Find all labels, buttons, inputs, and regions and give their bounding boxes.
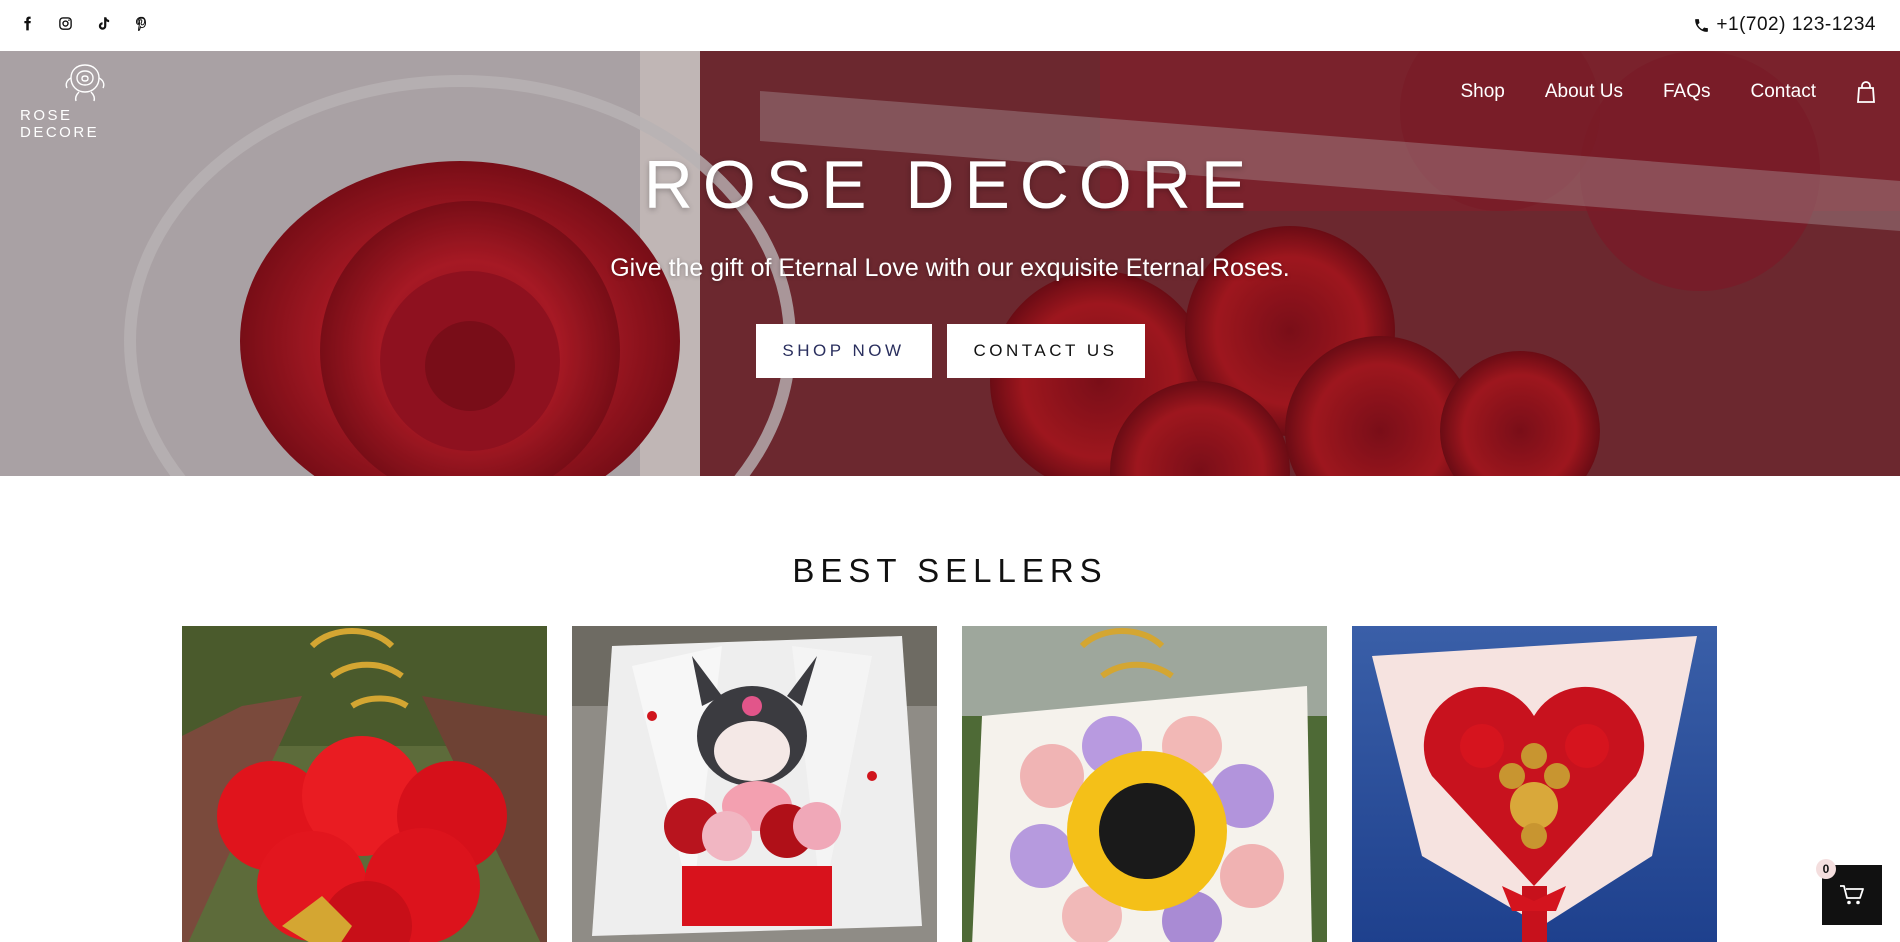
nav-about-us[interactable]: About Us [1545, 81, 1623, 103]
product-card[interactable] [1352, 626, 1717, 942]
hero-subtitle: Give the gift of Eternal Love with our e… [610, 254, 1290, 282]
hero-buttons: SHOP NOW CONTACT US [0, 324, 1900, 378]
best-sellers-title: BEST SELLERS [792, 552, 1108, 589]
product-card[interactable] [962, 626, 1327, 942]
product-image-red-rose-bouquet [182, 626, 547, 942]
phone-number[interactable]: +1(702) 123-1234 [1693, 14, 1876, 36]
floating-cart-button[interactable]: 0 [1816, 859, 1882, 925]
hero-banner: ROSE DECORE Shop About Us FAQs Contact R… [0, 51, 1900, 476]
phone-icon [1695, 18, 1709, 32]
brand-logo[interactable]: ROSE DECORE [20, 59, 150, 141]
facebook-icon[interactable] [19, 15, 36, 32]
nav-shop[interactable]: Shop [1460, 81, 1504, 103]
instagram-icon[interactable] [57, 15, 74, 32]
nav-faqs[interactable]: FAQs [1663, 81, 1711, 103]
hero-title: ROSE DECORE [643, 147, 1257, 223]
product-image-heart-chocolate-bouquet [1352, 626, 1717, 942]
shopping-bag-icon[interactable] [1856, 81, 1876, 103]
product-card[interactable] [182, 626, 547, 942]
product-grid [182, 626, 1717, 942]
shop-now-button[interactable]: SHOP NOW [755, 324, 932, 378]
product-image-sunflower-bouquet [962, 626, 1327, 942]
rose-logo-icon [65, 64, 105, 102]
product-image-kuromi-bouquet [572, 626, 937, 942]
nav-contact[interactable]: Contact [1751, 81, 1816, 103]
main-nav: Shop About Us FAQs Contact [1460, 81, 1876, 103]
cart-icon [1840, 885, 1864, 905]
logo-text: ROSE DECORE [20, 107, 100, 141]
phone-text: +1(702) 123-1234 [1716, 14, 1876, 35]
tiktok-icon[interactable] [95, 15, 112, 32]
product-card[interactable] [572, 626, 937, 942]
social-links [19, 15, 150, 32]
cart-count-badge: 0 [1816, 859, 1836, 879]
top-bar: +1(702) 123-1234 [0, 0, 1900, 51]
pinterest-icon[interactable] [133, 15, 150, 32]
contact-us-button[interactable]: CONTACT US [946, 324, 1145, 378]
